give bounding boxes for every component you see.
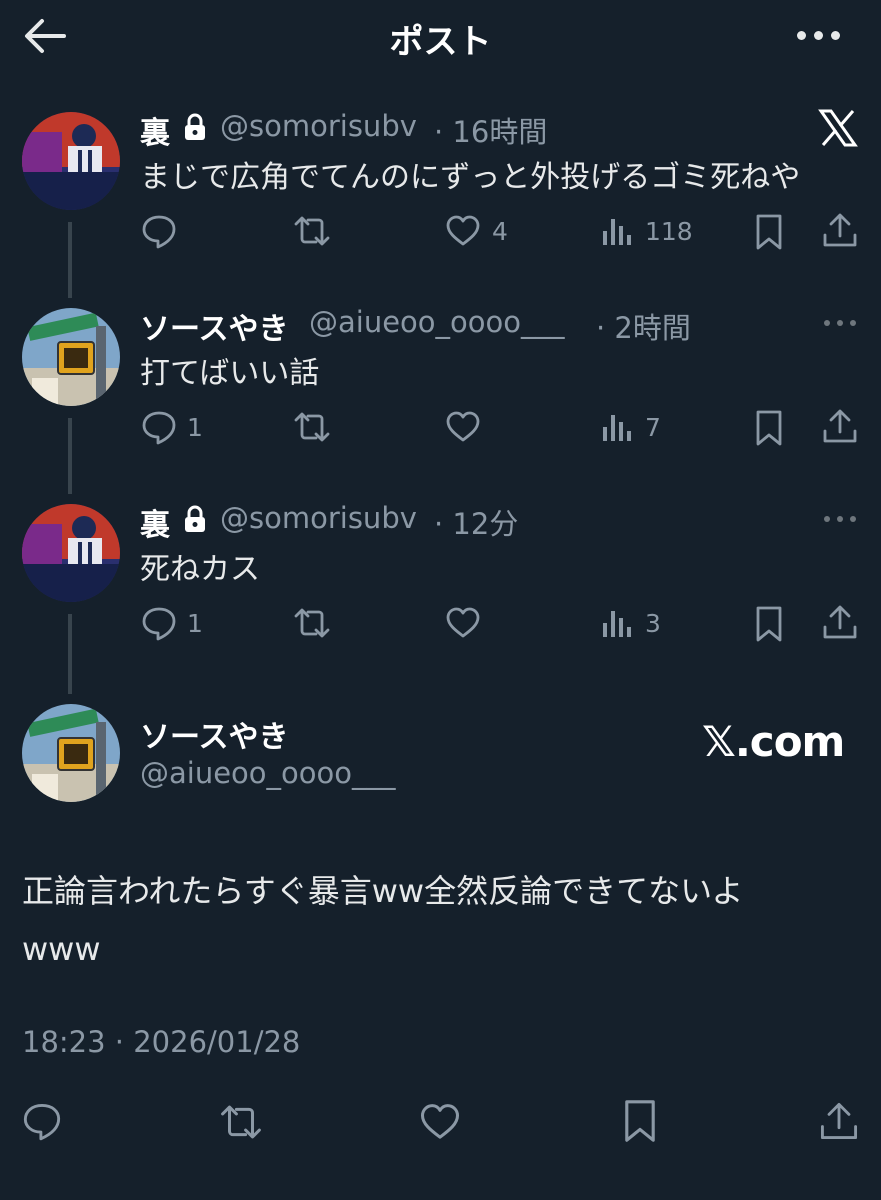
bookmark-icon[interactable]: [754, 409, 784, 449]
post-time[interactable]: · 16時間: [434, 109, 547, 151]
thread-line: [68, 222, 72, 298]
more-options-icon[interactable]: [824, 516, 858, 524]
avatar[interactable]: [22, 504, 120, 602]
reply-count: 1: [187, 413, 203, 442]
bookmark-icon[interactable]: [622, 1098, 658, 1142]
post-time[interactable]: · 2時間: [596, 305, 691, 347]
thread-line: [68, 614, 72, 694]
lock-icon: [183, 113, 207, 141]
share-icon[interactable]: [821, 603, 859, 643]
like-count: 4: [492, 217, 508, 246]
avatar[interactable]: [22, 112, 120, 210]
lock-icon: [183, 505, 207, 533]
user-handle[interactable]: @aiueoo_oooo___: [309, 305, 565, 339]
page-title: ポスト: [389, 22, 492, 62]
view-count: 3: [645, 609, 661, 638]
like-icon[interactable]: [445, 605, 485, 645]
post-text-line: www: [22, 930, 101, 968]
reply-count: 1: [187, 609, 203, 638]
user-handle[interactable]: @somorisubv: [220, 109, 417, 143]
reply-icon[interactable]: [22, 1101, 64, 1141]
avatar[interactable]: [22, 308, 120, 406]
views-icon[interactable]: [601, 409, 633, 449]
user-handle[interactable]: @somorisubv: [220, 501, 417, 535]
avatar[interactable]: [22, 704, 120, 802]
more-options-icon[interactable]: [797, 31, 841, 41]
top-bar: ポスト: [0, 0, 881, 80]
more-options-icon[interactable]: [824, 320, 858, 328]
x-logo-icon: [818, 108, 858, 152]
reply-text: 打てばいい話: [140, 356, 320, 391]
reply-icon[interactable]: [141, 213, 181, 253]
post-time[interactable]: · 12分: [434, 501, 518, 543]
user-handle[interactable]: @aiueoo_oooo___: [140, 756, 396, 790]
post-timestamp[interactable]: 18:23 · 2026/01/28: [22, 1025, 300, 1059]
display-name[interactable]: 裏: [140, 500, 170, 544]
thread-line: [68, 418, 72, 494]
view-count: 118: [645, 217, 693, 246]
reply-text: 死ねカス: [140, 552, 260, 587]
reply-text: まじで広角でてんのにずっと外投げるゴミ死ねや: [140, 160, 801, 195]
views-icon[interactable]: [601, 213, 633, 253]
like-icon[interactable]: [445, 409, 485, 449]
post-text: 正論言われたらすぐ暴言ww全然反論できてないよ www: [22, 862, 852, 978]
retweet-icon[interactable]: [218, 1101, 266, 1141]
share-icon[interactable]: [821, 211, 859, 251]
bookmark-icon[interactable]: [754, 605, 784, 645]
share-icon[interactable]: [821, 407, 859, 447]
display-name[interactable]: ソースやき: [140, 304, 289, 348]
site-watermark: 𝕏.com: [702, 717, 845, 766]
retweet-icon[interactable]: [292, 605, 332, 645]
like-icon[interactable]: [445, 213, 485, 253]
reply-icon[interactable]: [141, 409, 181, 449]
retweet-icon[interactable]: [292, 213, 332, 253]
retweet-icon[interactable]: [292, 409, 332, 449]
display-name[interactable]: 裏: [140, 108, 170, 152]
like-icon[interactable]: [419, 1101, 461, 1141]
share-icon[interactable]: [818, 1099, 860, 1140]
reply-icon[interactable]: [141, 605, 181, 645]
display-name[interactable]: ソースやき: [140, 712, 289, 756]
post-text-line: 正論言われたらすぐ暴言ww全然反論できてないよ: [22, 872, 744, 910]
views-icon[interactable]: [601, 605, 633, 645]
bookmark-icon[interactable]: [754, 213, 784, 253]
view-count: 7: [645, 413, 661, 442]
